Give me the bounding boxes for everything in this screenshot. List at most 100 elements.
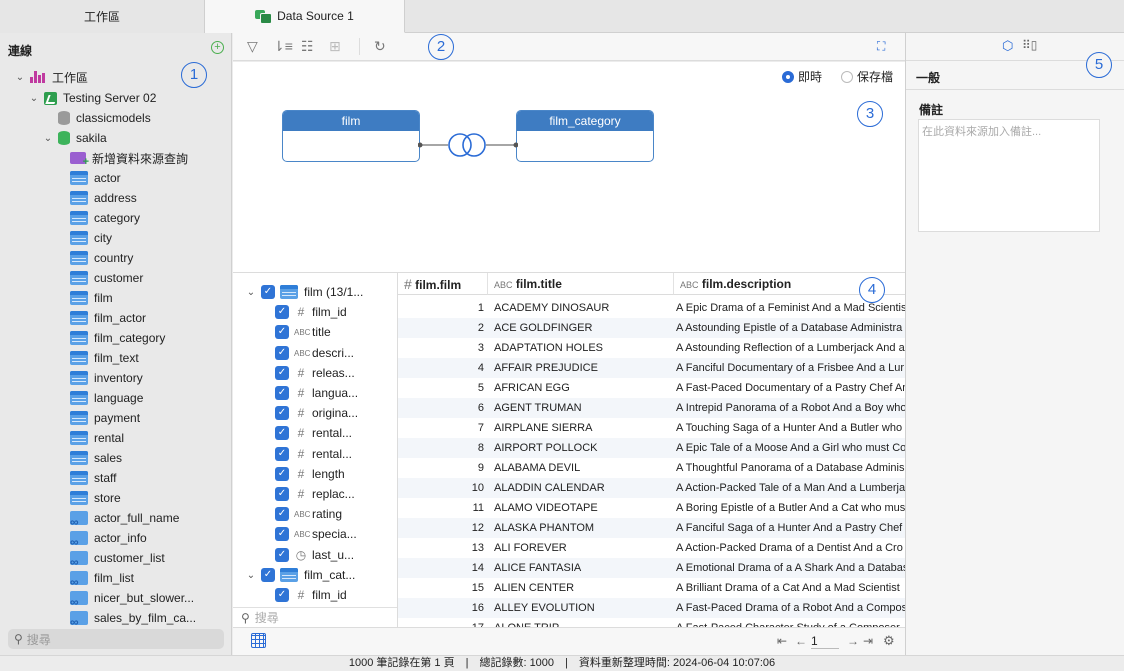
cell-title[interactable]: AFFAIR PREJUDICE xyxy=(494,358,672,378)
chevron-down-icon[interactable]: ⌄ xyxy=(28,93,40,104)
field-item[interactable]: ✓ ABC specia... xyxy=(275,524,357,544)
chevron-down-icon[interactable]: ⌄ xyxy=(42,133,54,144)
field-item[interactable]: ✓ # replac... xyxy=(275,484,355,504)
field-item[interactable]: ✓ ABC descri... xyxy=(275,343,354,363)
sidebar-item-table[interactable]: inventory xyxy=(70,368,143,388)
chevron-down-icon[interactable]: ⌄ xyxy=(14,72,26,83)
filter-icon[interactable]: ▽ xyxy=(247,38,258,55)
cell-description[interactable]: A Brilliant Drama of a Cat And a Mad Sci… xyxy=(676,578,905,598)
cell-description[interactable]: A Fast-Paced Documentary of a Pastry Che… xyxy=(676,378,905,398)
cell-description[interactable]: A Action-Packed Drama of a Dentist And a… xyxy=(676,538,905,558)
field-item[interactable]: ✓ # rental... xyxy=(275,423,352,443)
table-row[interactable]: 11 ALAMO VIDEOTAPE A Boring Epistle of a B… xyxy=(398,498,905,518)
table-row[interactable]: 9 ALABAMA DEVIL A Thoughtful Panorama of a… xyxy=(398,458,905,478)
cell-title[interactable]: AIRPLANE SIERRA xyxy=(494,418,672,438)
first-page-icon[interactable]: ⇤ xyxy=(777,634,787,648)
checkbox-checked[interactable]: ✓ xyxy=(275,305,289,319)
cell-title[interactable]: ALI FOREVER xyxy=(494,538,672,558)
cell-film-id[interactable]: 15 xyxy=(398,578,484,598)
notes-textarea[interactable]: 在此資料來源加入備註... xyxy=(918,119,1100,232)
cell-film-id[interactable]: 14 xyxy=(398,558,484,578)
cell-description[interactable]: A Epic Tale of a Moose And a Girl who mu… xyxy=(676,438,905,458)
checkbox-checked[interactable]: ✓ xyxy=(275,447,289,461)
field-item[interactable]: ✓ # film_id xyxy=(275,585,347,605)
table-row[interactable]: 2 ACE GOLDFINGER A Astounding Epistle of a… xyxy=(398,318,905,338)
cell-film-id[interactable]: 16 xyxy=(398,598,484,618)
checkbox-checked[interactable]: ✓ xyxy=(275,487,289,501)
page-number-input[interactable]: 1 xyxy=(811,634,839,649)
cell-description[interactable]: A Intrepid Panorama of a Robot And a Boy… xyxy=(676,398,905,418)
group-icon[interactable]: ☷ xyxy=(301,38,314,55)
sidebar-item-view[interactable]: film_list xyxy=(70,568,134,589)
entity-film[interactable]: film xyxy=(282,110,420,162)
cell-title[interactable]: ALICE FANTASIA xyxy=(494,558,672,578)
sidebar-item-table[interactable]: film xyxy=(70,288,113,308)
table-row[interactable]: 8 AIRPORT POLLOCK A Epic Tale of a Moose A… xyxy=(398,438,905,458)
cell-description[interactable]: A Boring Epistle of a Butler And a Cat w… xyxy=(676,498,905,518)
cell-film-id[interactable]: 13 xyxy=(398,538,484,558)
cell-description[interactable]: A Emotional Drama of a A Shark And a Dat… xyxy=(676,558,905,578)
cell-film-id[interactable]: 7 xyxy=(398,418,484,438)
checkbox-checked[interactable]: ✓ xyxy=(275,426,289,440)
cell-film-id[interactable]: 17 xyxy=(398,618,484,627)
cell-title[interactable]: AIRPORT POLLOCK xyxy=(494,438,672,458)
table-row[interactable]: 3 ADAPTATION HOLES A Astounding Reflection… xyxy=(398,338,905,358)
refresh-icon[interactable]: ↻ xyxy=(359,38,386,55)
sidebar-item-table[interactable]: language xyxy=(70,388,143,408)
fullscreen-icon[interactable]: ⛶ xyxy=(877,39,885,54)
checkbox-checked[interactable]: ✓ xyxy=(275,366,289,380)
cell-film-id[interactable]: 8 xyxy=(398,438,484,458)
field-item[interactable]: ✓ ABC rating xyxy=(275,504,342,524)
cell-title[interactable]: AGENT TRUMAN xyxy=(494,398,672,418)
layout-icon[interactable]: ⠿▯ xyxy=(1022,38,1037,52)
sidebar-item-table[interactable]: film_text xyxy=(70,348,139,368)
last-page-icon[interactable]: ⇥ xyxy=(863,634,873,648)
settings-gear-icon[interactable]: ⚙ xyxy=(883,633,895,649)
cell-film-id[interactable]: 4 xyxy=(398,358,484,378)
table-row[interactable]: 1 ACADEMY DINOSAUR A Epic Drama of a Femin… xyxy=(398,298,905,318)
sidebar-item-table[interactable]: rental xyxy=(70,428,124,448)
mode-radio-live[interactable]: 即時 xyxy=(782,68,822,85)
field-item[interactable]: ✓ # rental... xyxy=(275,444,352,464)
table-row[interactable]: 10 ALADDIN CALENDAR A Action-Packed Tale o… xyxy=(398,478,905,498)
cell-title[interactable]: ALIEN CENTER xyxy=(494,578,672,598)
sidebar-item-table[interactable]: film_category xyxy=(70,328,165,348)
sidebar-item-table[interactable]: city xyxy=(70,228,112,248)
cell-title[interactable]: AFRICAN EGG xyxy=(494,378,672,398)
checkbox-checked[interactable]: ✓ xyxy=(275,325,289,339)
field-item[interactable]: ✓ # langua... xyxy=(275,383,358,403)
tab-data-source[interactable]: Data Source 1 xyxy=(205,0,405,33)
sidebar-item-view[interactable]: sales_by_film_ca... xyxy=(70,608,196,629)
table-row[interactable]: 12 ALASKA PHANTOM A Fanciful Saga of a Hun… xyxy=(398,518,905,538)
field-search-input[interactable]: ⚲ 搜尋 xyxy=(233,607,397,627)
checkbox-checked[interactable]: ✓ xyxy=(275,467,289,481)
cell-description[interactable]: A Fanciful Documentary of a Frisbee And … xyxy=(676,358,905,378)
chevron-down-icon[interactable]: ⌄ xyxy=(245,287,257,298)
checkbox-checked[interactable]: ✓ xyxy=(275,548,289,562)
sidebar-item-database[interactable]: ⌄ sakila xyxy=(42,128,107,148)
sidebar-item-table[interactable]: actor xyxy=(70,168,121,188)
cell-title[interactable]: ALASKA PHANTOM xyxy=(494,518,672,538)
cell-description[interactable]: A Fanciful Saga of a Hunter And a Pastry… xyxy=(676,518,905,538)
cell-description[interactable]: A Action-Packed Tale of a Man And a Lumb… xyxy=(676,478,905,498)
cell-description[interactable]: A Fast-Paced Drama of a Robot And a Comp… xyxy=(676,598,905,618)
field-item[interactable]: ✓ # length xyxy=(275,464,345,484)
sidebar-item-database[interactable]: classicmodels xyxy=(58,108,151,128)
sidebar-item-table[interactable]: address xyxy=(70,188,137,208)
checkbox-checked[interactable]: ✓ xyxy=(275,527,289,541)
field-item[interactable]: ✓ ◷ last_u... xyxy=(275,545,354,565)
cell-description[interactable]: A Astounding Reflection of a Lumberjack … xyxy=(676,338,905,358)
cell-description[interactable]: A Thoughtful Panorama of a Database Admi… xyxy=(676,458,905,478)
next-page-icon[interactable]: → xyxy=(847,634,859,648)
cube-icon[interactable]: ⬡ xyxy=(1002,38,1013,54)
table-row[interactable]: 16 ALLEY EVOLUTION A Fast-Paced Drama of a… xyxy=(398,598,905,618)
checkbox-checked[interactable]: ✓ xyxy=(275,346,289,360)
cell-film-id[interactable]: 9 xyxy=(398,458,484,478)
sidebar-item-table[interactable]: store xyxy=(70,488,121,508)
sidebar-item-table[interactable]: staff xyxy=(70,468,116,488)
sidebar-item-workspace[interactable]: ⌄ 工作區 xyxy=(14,67,88,87)
cell-film-id[interactable]: 10 xyxy=(398,478,484,498)
cell-title[interactable]: ALONE TRIP xyxy=(494,618,672,627)
sidebar-item-table[interactable]: payment xyxy=(70,408,140,428)
table-row[interactable]: 4 AFFAIR PREJUDICE A Fanciful Documentary … xyxy=(398,358,905,378)
